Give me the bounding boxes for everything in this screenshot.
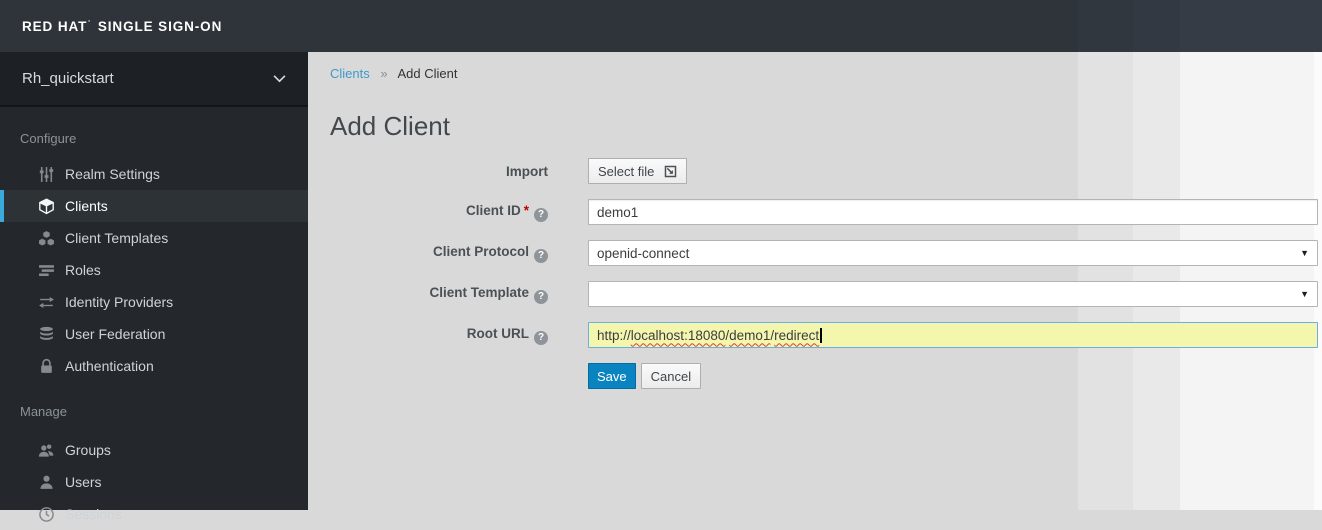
- sliders-icon: [36, 165, 56, 183]
- brand-product: SINGLE SIGN-ON: [97, 18, 223, 34]
- sidebar-item-label: Authentication: [65, 358, 154, 374]
- sidebar-item-label: User Federation: [65, 326, 166, 342]
- sidebar-item-label: Users: [65, 474, 102, 490]
- client-id-input[interactable]: [588, 199, 1318, 225]
- form-actions: Save Cancel: [588, 363, 1318, 389]
- brand-redhat: RED HAT: [22, 18, 88, 34]
- sidebar-item-roles[interactable]: Roles: [0, 254, 308, 286]
- realm-name: Rh_quickstart: [22, 70, 114, 87]
- cancel-button[interactable]: Cancel: [640, 363, 702, 389]
- selected-option: openid-connect: [597, 245, 690, 261]
- text-cursor: [820, 327, 822, 343]
- clock-icon: [36, 505, 56, 523]
- sidebar-item-label: Sessions: [65, 506, 122, 522]
- save-button[interactable]: Save: [588, 363, 636, 389]
- top-bar: RED HAT' SINGLE SIGN-ON: [0, 0, 1322, 52]
- user-icon: [36, 473, 56, 491]
- breadcrumb-current: Add Client: [397, 66, 458, 81]
- sidebar-item-realm-settings[interactable]: Realm Settings: [0, 158, 308, 190]
- help-icon: ?: [534, 289, 548, 304]
- exchange-arrows-icon: [36, 293, 56, 311]
- chevron-down-icon: ▼: [1300, 248, 1309, 258]
- sidebar-item-label: Realm Settings: [65, 166, 160, 182]
- realm-selector[interactable]: Rh_quickstart: [0, 52, 308, 107]
- sidebar-item-client-templates[interactable]: Client Templates: [0, 222, 308, 254]
- breadcrumb: Clients » Add Client: [330, 66, 458, 81]
- nav-section-manage: Manage: [20, 404, 67, 419]
- sidebar-item-label: Groups: [65, 442, 111, 458]
- client-protocol-label: Client Protocol?: [308, 244, 548, 263]
- main-content: Clients » Add Client Add Client Import S…: [308, 52, 1322, 510]
- database-icon: [36, 325, 56, 343]
- required-asterisk: *: [523, 202, 529, 218]
- sidebar-item-identity-providers[interactable]: Identity Providers: [0, 286, 308, 318]
- cube-icon: [36, 197, 56, 215]
- sidebar-item-groups[interactable]: Groups: [0, 434, 308, 466]
- help-icon: ?: [534, 248, 548, 263]
- trademark-mark: ': [88, 19, 91, 27]
- root-url-label: Root URL?: [308, 326, 548, 345]
- nav-section-configure: Configure: [20, 131, 77, 146]
- chevron-down-icon: ▼: [1300, 289, 1309, 299]
- chevron-down-icon: [273, 74, 286, 83]
- client-id-row: Client ID *?: [308, 199, 1318, 225]
- sidebar: Rh_quickstart Configure Realm Settings C…: [0, 52, 308, 522]
- sidebar-nav: Configure Realm Settings Clients Client …: [0, 107, 308, 530]
- sidebar-item-users[interactable]: Users: [0, 466, 308, 498]
- add-client-form: Import Select file Client ID*? Cli: [308, 158, 1318, 404]
- cubes-icon: [36, 229, 56, 247]
- list-icon: [36, 261, 56, 279]
- lock-icon: [36, 357, 56, 375]
- sidebar-item-label: Roles: [65, 262, 101, 278]
- sidebar-item-label: Identity Providers: [65, 294, 174, 310]
- client-template-select[interactable]: ▼: [588, 281, 1318, 307]
- groups-icon: [36, 441, 56, 459]
- breadcrumb-separator: »: [380, 66, 388, 81]
- sidebar-item-label: Clients: [65, 198, 108, 214]
- client-template-label: Client Template?: [308, 285, 548, 304]
- client-template-row: Client Template? ▼: [308, 281, 1318, 307]
- page-title: Add Client: [330, 111, 450, 141]
- import-file-icon: [658, 164, 677, 179]
- root-url-row: Root URL? http://localhost:18080/demo1/r…: [308, 322, 1318, 348]
- client-protocol-row: Client Protocol? openid-connect ▼: [308, 240, 1318, 266]
- sidebar-item-sessions[interactable]: Sessions: [0, 498, 308, 530]
- breadcrumb-clients-link[interactable]: Clients: [330, 66, 370, 81]
- app-logo: RED HAT' SINGLE SIGN-ON: [22, 19, 222, 34]
- select-file-button[interactable]: Select file: [588, 158, 687, 184]
- help-icon: ?: [534, 330, 548, 345]
- root-url-input[interactable]: http://localhost:18080/demo1/redirect: [588, 322, 1318, 348]
- sidebar-item-authentication[interactable]: Authentication: [0, 350, 308, 382]
- client-id-label: Client ID *?: [308, 203, 548, 222]
- import-row: Import Select file: [308, 158, 1318, 184]
- sidebar-item-clients[interactable]: Clients: [0, 190, 308, 222]
- sidebar-item-user-federation[interactable]: User Federation: [0, 318, 308, 350]
- import-label: Import: [506, 163, 548, 179]
- help-icon: ?: [534, 207, 548, 222]
- client-protocol-select[interactable]: openid-connect ▼: [588, 240, 1318, 266]
- sidebar-item-label: Client Templates: [65, 230, 169, 246]
